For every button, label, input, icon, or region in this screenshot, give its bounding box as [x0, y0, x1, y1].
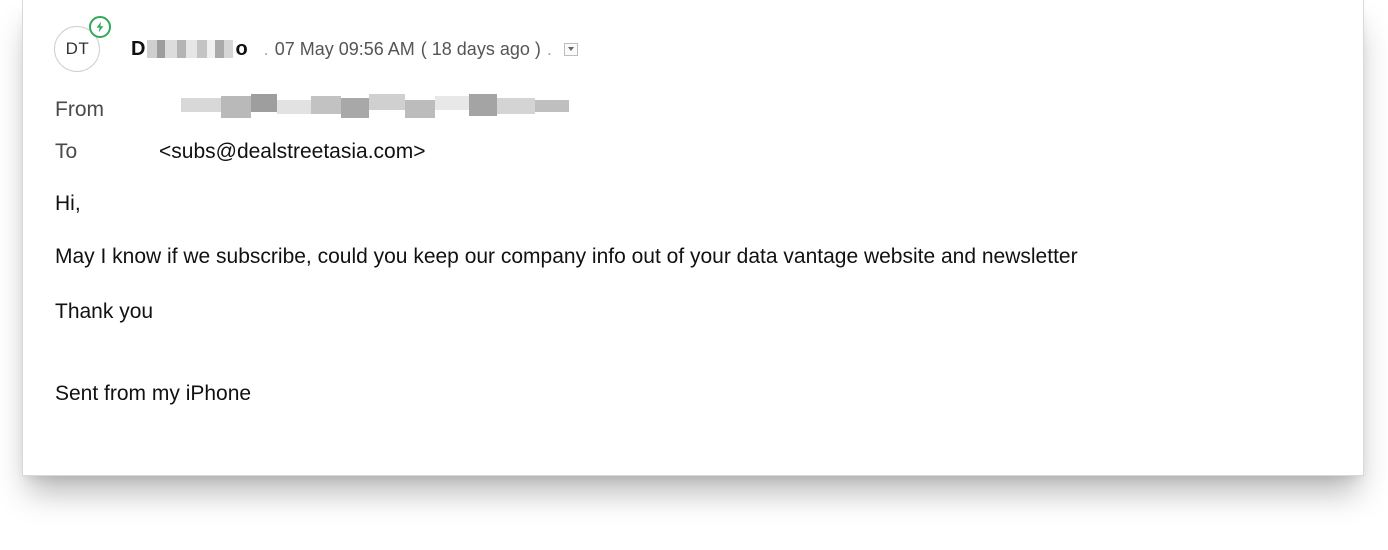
separator-dot: . — [263, 38, 269, 59]
email-closing: Thank you — [55, 300, 154, 323]
email-header: DT D o . 07 May 09:56 AM ( 18 days ago )… — [54, 16, 578, 73]
to-address[interactable]: <subs@dealstreetasia.com> — [159, 140, 425, 164]
to-row: To <subs@dealstreetasia.com> — [55, 140, 425, 164]
email-date: 07 May 09:56 AM — [274, 38, 415, 59]
email-greeting: Hi, — [55, 192, 81, 215]
email-message: May I know if we subscribe, could you ke… — [55, 245, 1078, 268]
to-label: To — [55, 140, 78, 163]
email-meta: . 07 May 09:56 AM ( 18 days ago ) . — [258, 39, 578, 60]
email-card: DT D o . 07 May 09:56 AM ( 18 days ago )… — [22, 0, 1364, 476]
email-signature: Sent from my iPhone — [55, 382, 252, 405]
sender-name-last: o — [235, 37, 248, 60]
redacted-name — [147, 40, 234, 58]
chevron-down-icon[interactable] — [563, 42, 578, 56]
separator-dot: . — [546, 38, 552, 59]
sender-name-first: D — [131, 37, 146, 60]
email-relative-time: ( 18 days ago ) — [420, 38, 541, 59]
from-label: From — [55, 98, 104, 121]
lightning-icon — [89, 16, 111, 38]
sender-name[interactable]: D o — [131, 38, 248, 61]
from-row: From — [55, 92, 573, 128]
avatar-initials: DT — [65, 39, 90, 58]
redacted-from-address — [181, 92, 573, 128]
avatar[interactable]: DT — [54, 16, 111, 72]
